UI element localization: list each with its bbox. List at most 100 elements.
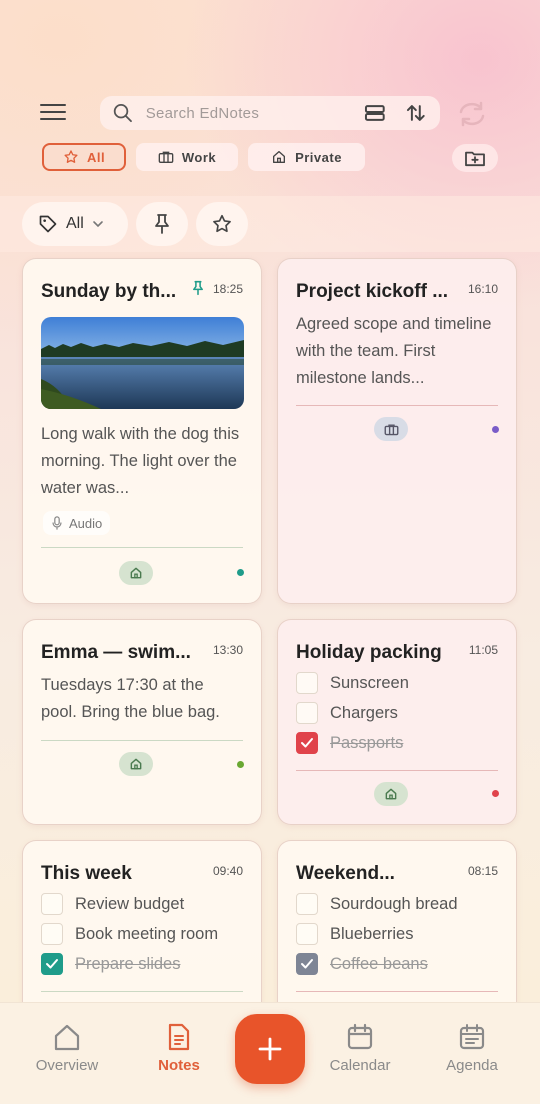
sort-icon[interactable] xyxy=(404,101,428,125)
card-divider xyxy=(41,991,243,992)
check-icon xyxy=(46,959,58,969)
filter-chip-label: Private xyxy=(295,149,342,165)
note-body: Agreed scope and timeline with the team.… xyxy=(296,315,492,387)
checklist-item[interactable]: Sourdough bread xyxy=(296,893,458,915)
note-body: Tuesdays 17:30 at the pool. Bring the bl… xyxy=(41,676,220,721)
note-time: 09:40 xyxy=(212,864,243,878)
note-time: 18:25 xyxy=(212,282,243,296)
folder-add-icon xyxy=(465,151,485,167)
nav-overview[interactable]: Overview xyxy=(22,1023,112,1074)
favorite-filter-button[interactable] xyxy=(196,202,248,246)
checklist-item[interactable]: Blueberries xyxy=(296,923,413,945)
document-icon xyxy=(168,1023,190,1051)
add-note-button[interactable] xyxy=(235,1014,305,1084)
note-body: Long walk with the dog this morning. The… xyxy=(41,425,240,497)
note-time: 08:15 xyxy=(467,864,498,878)
pin-filter-button[interactable] xyxy=(136,202,188,246)
color-dot xyxy=(237,569,244,576)
nav-calendar[interactable]: Calendar xyxy=(315,1023,405,1074)
card-divider xyxy=(296,991,498,992)
checkbox-checked[interactable] xyxy=(296,732,318,754)
tag-filter-dropdown[interactable]: All xyxy=(22,202,128,246)
checkbox-checked[interactable] xyxy=(41,953,63,975)
private-tag-pill[interactable] xyxy=(119,561,153,585)
color-dot xyxy=(492,426,499,433)
checklist-item-label: Chargers xyxy=(330,703,398,722)
filter-chip-label: Work xyxy=(181,149,217,165)
checklist-item[interactable]: Sunscreen xyxy=(296,672,409,694)
plus-icon xyxy=(258,1037,282,1061)
work-tag-pill[interactable] xyxy=(374,417,408,441)
checkbox[interactable] xyxy=(41,893,63,915)
checklist-item[interactable]: Book meeting room xyxy=(41,923,218,945)
nav-label: Overview xyxy=(35,1057,99,1074)
note-time: 16:10 xyxy=(467,282,498,296)
star-icon xyxy=(213,214,231,233)
nav-notes[interactable]: Notes xyxy=(134,1023,224,1074)
microphone-icon xyxy=(52,516,62,530)
note-card[interactable]: Emma — swim... 13:30 Tuesdays 17:30 at t… xyxy=(22,619,262,825)
color-dot xyxy=(492,790,499,797)
note-title: Holiday packing xyxy=(296,642,442,663)
note-time: 13:30 xyxy=(212,643,243,657)
checkbox[interactable] xyxy=(296,893,318,915)
filter-chip-private[interactable]: Private xyxy=(248,143,365,171)
color-dot xyxy=(237,761,244,768)
note-card[interactable]: Holiday packing 11:05 Sunscreen Chargers… xyxy=(277,619,517,825)
star-icon xyxy=(64,150,78,163)
calendar-icon xyxy=(347,1023,373,1050)
audio-attachment[interactable]: Audio xyxy=(43,511,111,535)
tag-filter-label: All xyxy=(66,215,84,232)
checklist-item-label: Passports xyxy=(330,733,404,752)
nav-label: Agenda xyxy=(446,1057,498,1074)
checklist-item-label: Book meeting room xyxy=(75,924,219,943)
note-time: 11:05 xyxy=(468,643,498,657)
note-title: This week xyxy=(41,863,132,884)
nav-agenda[interactable]: Agenda xyxy=(427,1023,517,1074)
checkbox-checked[interactable] xyxy=(296,953,318,975)
checkbox[interactable] xyxy=(296,702,318,724)
attachment-label: Audio xyxy=(69,515,103,531)
nav-label: Calendar xyxy=(329,1057,391,1074)
home-icon xyxy=(54,1024,80,1051)
note-title: Emma — swim... xyxy=(41,642,191,663)
checklist-item-label: Review budget xyxy=(75,894,185,913)
search-bar[interactable] xyxy=(100,96,440,130)
checkbox[interactable] xyxy=(296,923,318,945)
chevron-down-icon xyxy=(92,221,103,228)
checklist-item-label: Coffee beans xyxy=(330,954,428,973)
search-input[interactable] xyxy=(145,104,345,122)
checklist-item[interactable]: Coffee beans xyxy=(296,953,428,975)
checklist-item-label: Sourdough bread xyxy=(330,894,458,913)
checklist-item[interactable]: Review budget xyxy=(41,893,184,915)
add-folder-button[interactable] xyxy=(452,144,498,172)
home-icon xyxy=(273,151,286,163)
filter-chip-all[interactable]: All xyxy=(42,143,126,171)
card-divider xyxy=(41,740,243,741)
note-title: Project kickoff ... xyxy=(296,281,449,302)
view-toggle-icon[interactable] xyxy=(363,101,387,125)
private-tag-pill[interactable] xyxy=(119,752,153,776)
checklist-item-label: Blueberries xyxy=(330,924,414,943)
checklist-item-label: Prepare slides xyxy=(75,954,181,973)
menu-icon[interactable] xyxy=(40,104,66,124)
checklist-item[interactable]: Prepare slides xyxy=(41,953,180,975)
check-icon xyxy=(301,738,313,748)
note-card[interactable]: Sunday by th... 18:25 Long walk with the… xyxy=(22,258,262,604)
sync-icon[interactable] xyxy=(456,100,488,128)
checklist-item[interactable]: Chargers xyxy=(296,702,398,724)
home-icon xyxy=(130,567,142,579)
private-tag-pill[interactable] xyxy=(374,782,408,806)
note-card[interactable]: Project kickoff ... 16:10 Agreed scope a… xyxy=(277,258,517,604)
checkbox[interactable] xyxy=(296,672,318,694)
checklist-item[interactable]: Passports xyxy=(296,732,403,754)
filter-chip-work[interactable]: Work xyxy=(136,143,238,171)
checkbox[interactable] xyxy=(41,923,63,945)
agenda-icon xyxy=(459,1024,485,1050)
note-title: Sunday by th... xyxy=(41,281,177,302)
pin-icon xyxy=(193,280,203,296)
card-divider xyxy=(41,547,243,548)
filter-chip-label: All xyxy=(86,149,106,165)
checklist-item-label: Sunscreen xyxy=(330,673,409,692)
home-icon xyxy=(130,758,142,770)
